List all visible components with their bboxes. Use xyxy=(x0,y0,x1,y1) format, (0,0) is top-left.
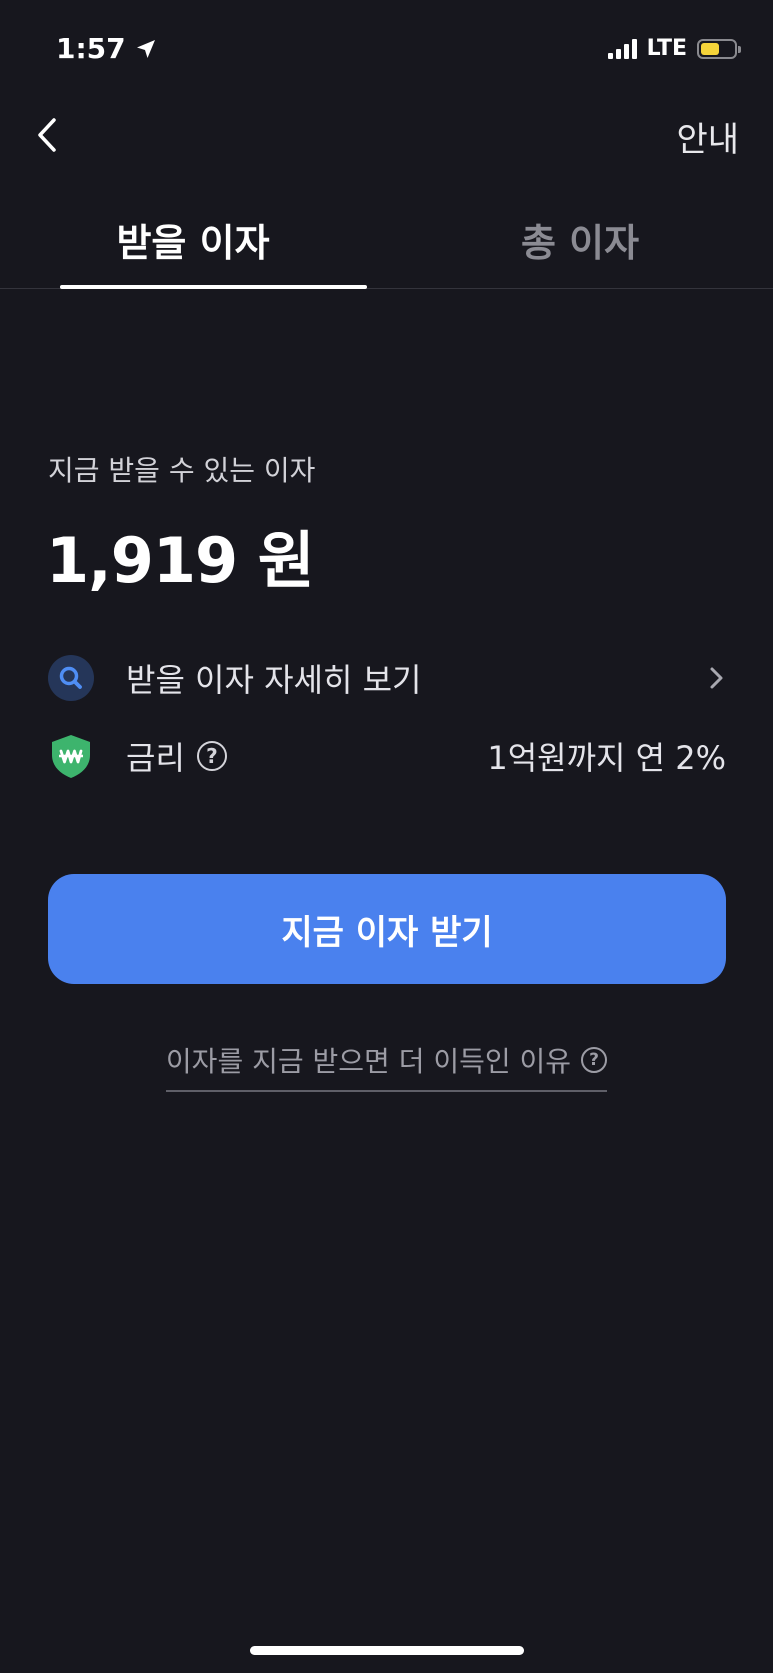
home-indicator[interactable] xyxy=(250,1646,524,1655)
tab-receivable-interest[interactable]: 받을 이자 xyxy=(0,212,386,267)
search-icon xyxy=(48,655,94,701)
network-label: LTE xyxy=(646,36,687,61)
status-time-text: 1:57 xyxy=(56,32,126,65)
reason-link-label: 이자를 지금 받으면 더 이득인 이유 xyxy=(165,1045,572,1078)
rate-help-icon[interactable]: ? xyxy=(196,741,227,771)
interest-detail-label: 받을 이자 자세히 보기 xyxy=(126,661,422,699)
info-button[interactable]: 안내 xyxy=(676,112,739,161)
receive-interest-button[interactable]: 지금 이자 받기 xyxy=(48,874,726,984)
interest-detail-row[interactable]: 받을 이자 자세히 보기 xyxy=(48,648,726,708)
tab-total-interest[interactable]: 총 이자 xyxy=(387,212,773,267)
balance-amount: 1,919 원 xyxy=(46,524,315,597)
location-arrow-icon xyxy=(136,39,155,58)
chevron-right-icon xyxy=(710,667,723,689)
interest-rate-value: 1억원까지 연 2% xyxy=(487,739,726,777)
chevron-left-icon xyxy=(38,118,56,152)
status-time: 1:57 xyxy=(56,32,158,65)
balance-label: 지금 받을 수 있는 이자 xyxy=(48,454,316,487)
reason-link-container: 이자를 지금 받으면 더 이득인 이유 ? xyxy=(0,1040,773,1092)
reason-help-icon: ? xyxy=(581,1047,608,1073)
interest-rate-label: 금리 xyxy=(126,739,185,777)
interest-rate-row: 금리 ? 1억원까지 연 2% xyxy=(48,726,726,786)
back-button[interactable] xyxy=(30,110,70,160)
battery-icon xyxy=(697,38,741,59)
reason-link[interactable]: 이자를 지금 받으면 더 이득인 이유 ? xyxy=(165,1040,608,1092)
status-indicators: LTE xyxy=(607,36,741,61)
battery-fill xyxy=(701,42,719,55)
active-tab-indicator xyxy=(60,285,367,289)
tab-bar: 받을 이자 총 이자 xyxy=(0,196,773,290)
won-shield-icon xyxy=(52,735,90,778)
signal-icon xyxy=(607,38,637,59)
